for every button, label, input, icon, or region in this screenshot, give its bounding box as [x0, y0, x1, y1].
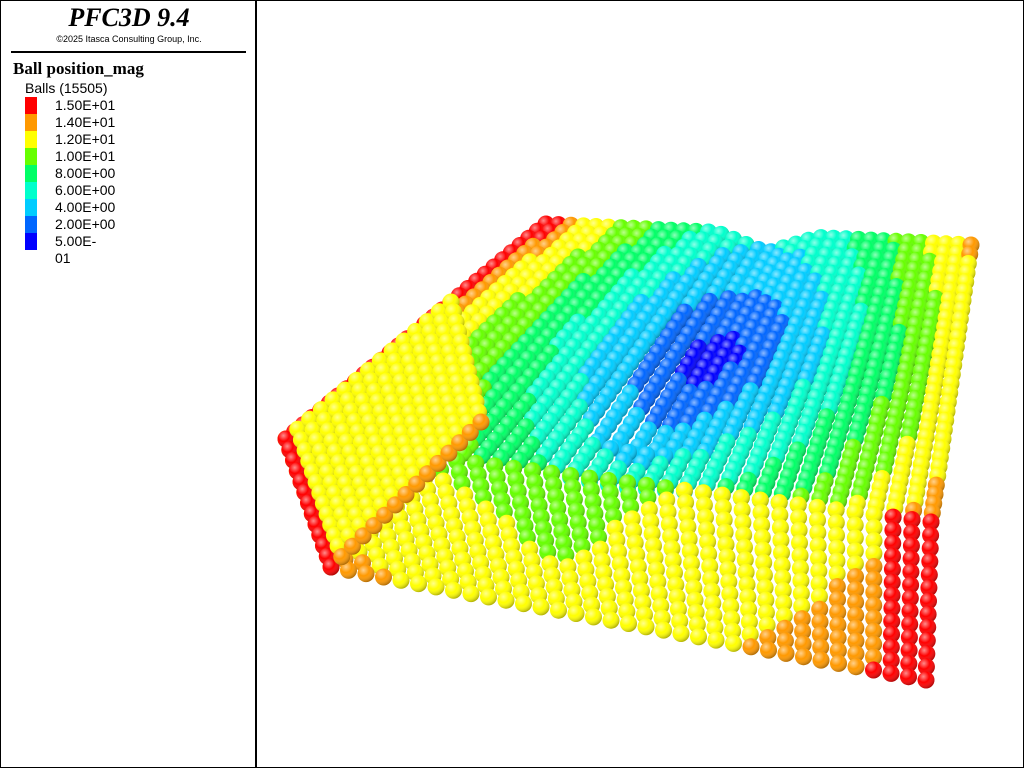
ball-shading	[707, 631, 725, 649]
legend-swatch	[25, 165, 37, 182]
legend-panel: PFC3D 9.4 ©2025 Itasca Consulting Group,…	[1, 1, 257, 767]
ball-shading	[472, 413, 490, 431]
ball-shading	[917, 671, 935, 689]
ball-shading	[497, 591, 515, 609]
legend-value: 8.00E+00	[55, 165, 116, 181]
legend-value: 6.00E+00	[55, 182, 116, 198]
legend-swatch	[25, 182, 37, 199]
legend-swatch	[25, 233, 37, 250]
ball-shading	[550, 601, 567, 619]
ball-shading	[462, 585, 480, 603]
legend-swatch	[25, 148, 37, 165]
ball-shading	[760, 641, 777, 659]
legend-swatch	[25, 199, 37, 216]
legend-value: 4.00E+00	[55, 199, 116, 215]
ball-shading	[865, 661, 882, 679]
ball-shading	[830, 654, 847, 672]
ball-shading	[672, 625, 690, 642]
ball-shading	[410, 575, 427, 593]
ball-shading	[427, 578, 445, 596]
ball-shading	[795, 648, 812, 666]
legend-swatch	[25, 131, 37, 148]
legend-value: 1.20E+01	[55, 131, 116, 147]
ball-shading	[812, 651, 830, 669]
ball-shading	[567, 605, 585, 622]
ball-glyphs	[277, 215, 980, 689]
ball-shading	[777, 644, 795, 662]
app-title: PFC3D 9.4	[68, 3, 190, 32]
3d-viewport[interactable]	[259, 2, 1023, 766]
legend-subtitle: Balls (15505)	[25, 80, 108, 96]
ball-shading	[375, 568, 392, 586]
legend-value: 2.00E+00	[55, 216, 116, 232]
application-frame: PFC3D 9.4 ©2025 Itasca Consulting Group,…	[0, 0, 1024, 768]
ball-shading	[742, 638, 760, 656]
legend-swatch	[25, 114, 37, 131]
ball-shading	[532, 598, 550, 616]
ball-shading	[515, 595, 532, 613]
ball-shading	[882, 664, 900, 682]
legend-title: Ball position_mag	[13, 59, 144, 78]
ball-shading	[357, 565, 375, 583]
ball-shading	[847, 658, 865, 676]
ball-shading	[655, 621, 672, 639]
ball-shading	[392, 571, 410, 589]
ball-shading	[725, 634, 742, 652]
legend-value: 5.00E-01	[55, 233, 97, 266]
legend-value: 1.00E+01	[55, 148, 116, 164]
ball-shading	[637, 618, 655, 636]
ball-shading	[602, 611, 620, 629]
title-divider	[11, 51, 246, 53]
ball-assembly-render[interactable]	[259, 2, 1023, 766]
copyright-notice: ©2025 Itasca Consulting Group, Inc.	[56, 34, 202, 44]
ball-shading	[900, 668, 917, 686]
ball-shading	[620, 615, 637, 632]
ball-shading	[445, 581, 462, 599]
legend-value: 1.40E+01	[55, 114, 116, 130]
legend-value: 1.50E+01	[55, 97, 116, 113]
ball-shading	[585, 608, 602, 626]
legend-swatch	[25, 216, 37, 233]
ball-shading	[690, 628, 707, 646]
legend-swatch	[25, 97, 37, 114]
ball-shading	[480, 588, 497, 606]
